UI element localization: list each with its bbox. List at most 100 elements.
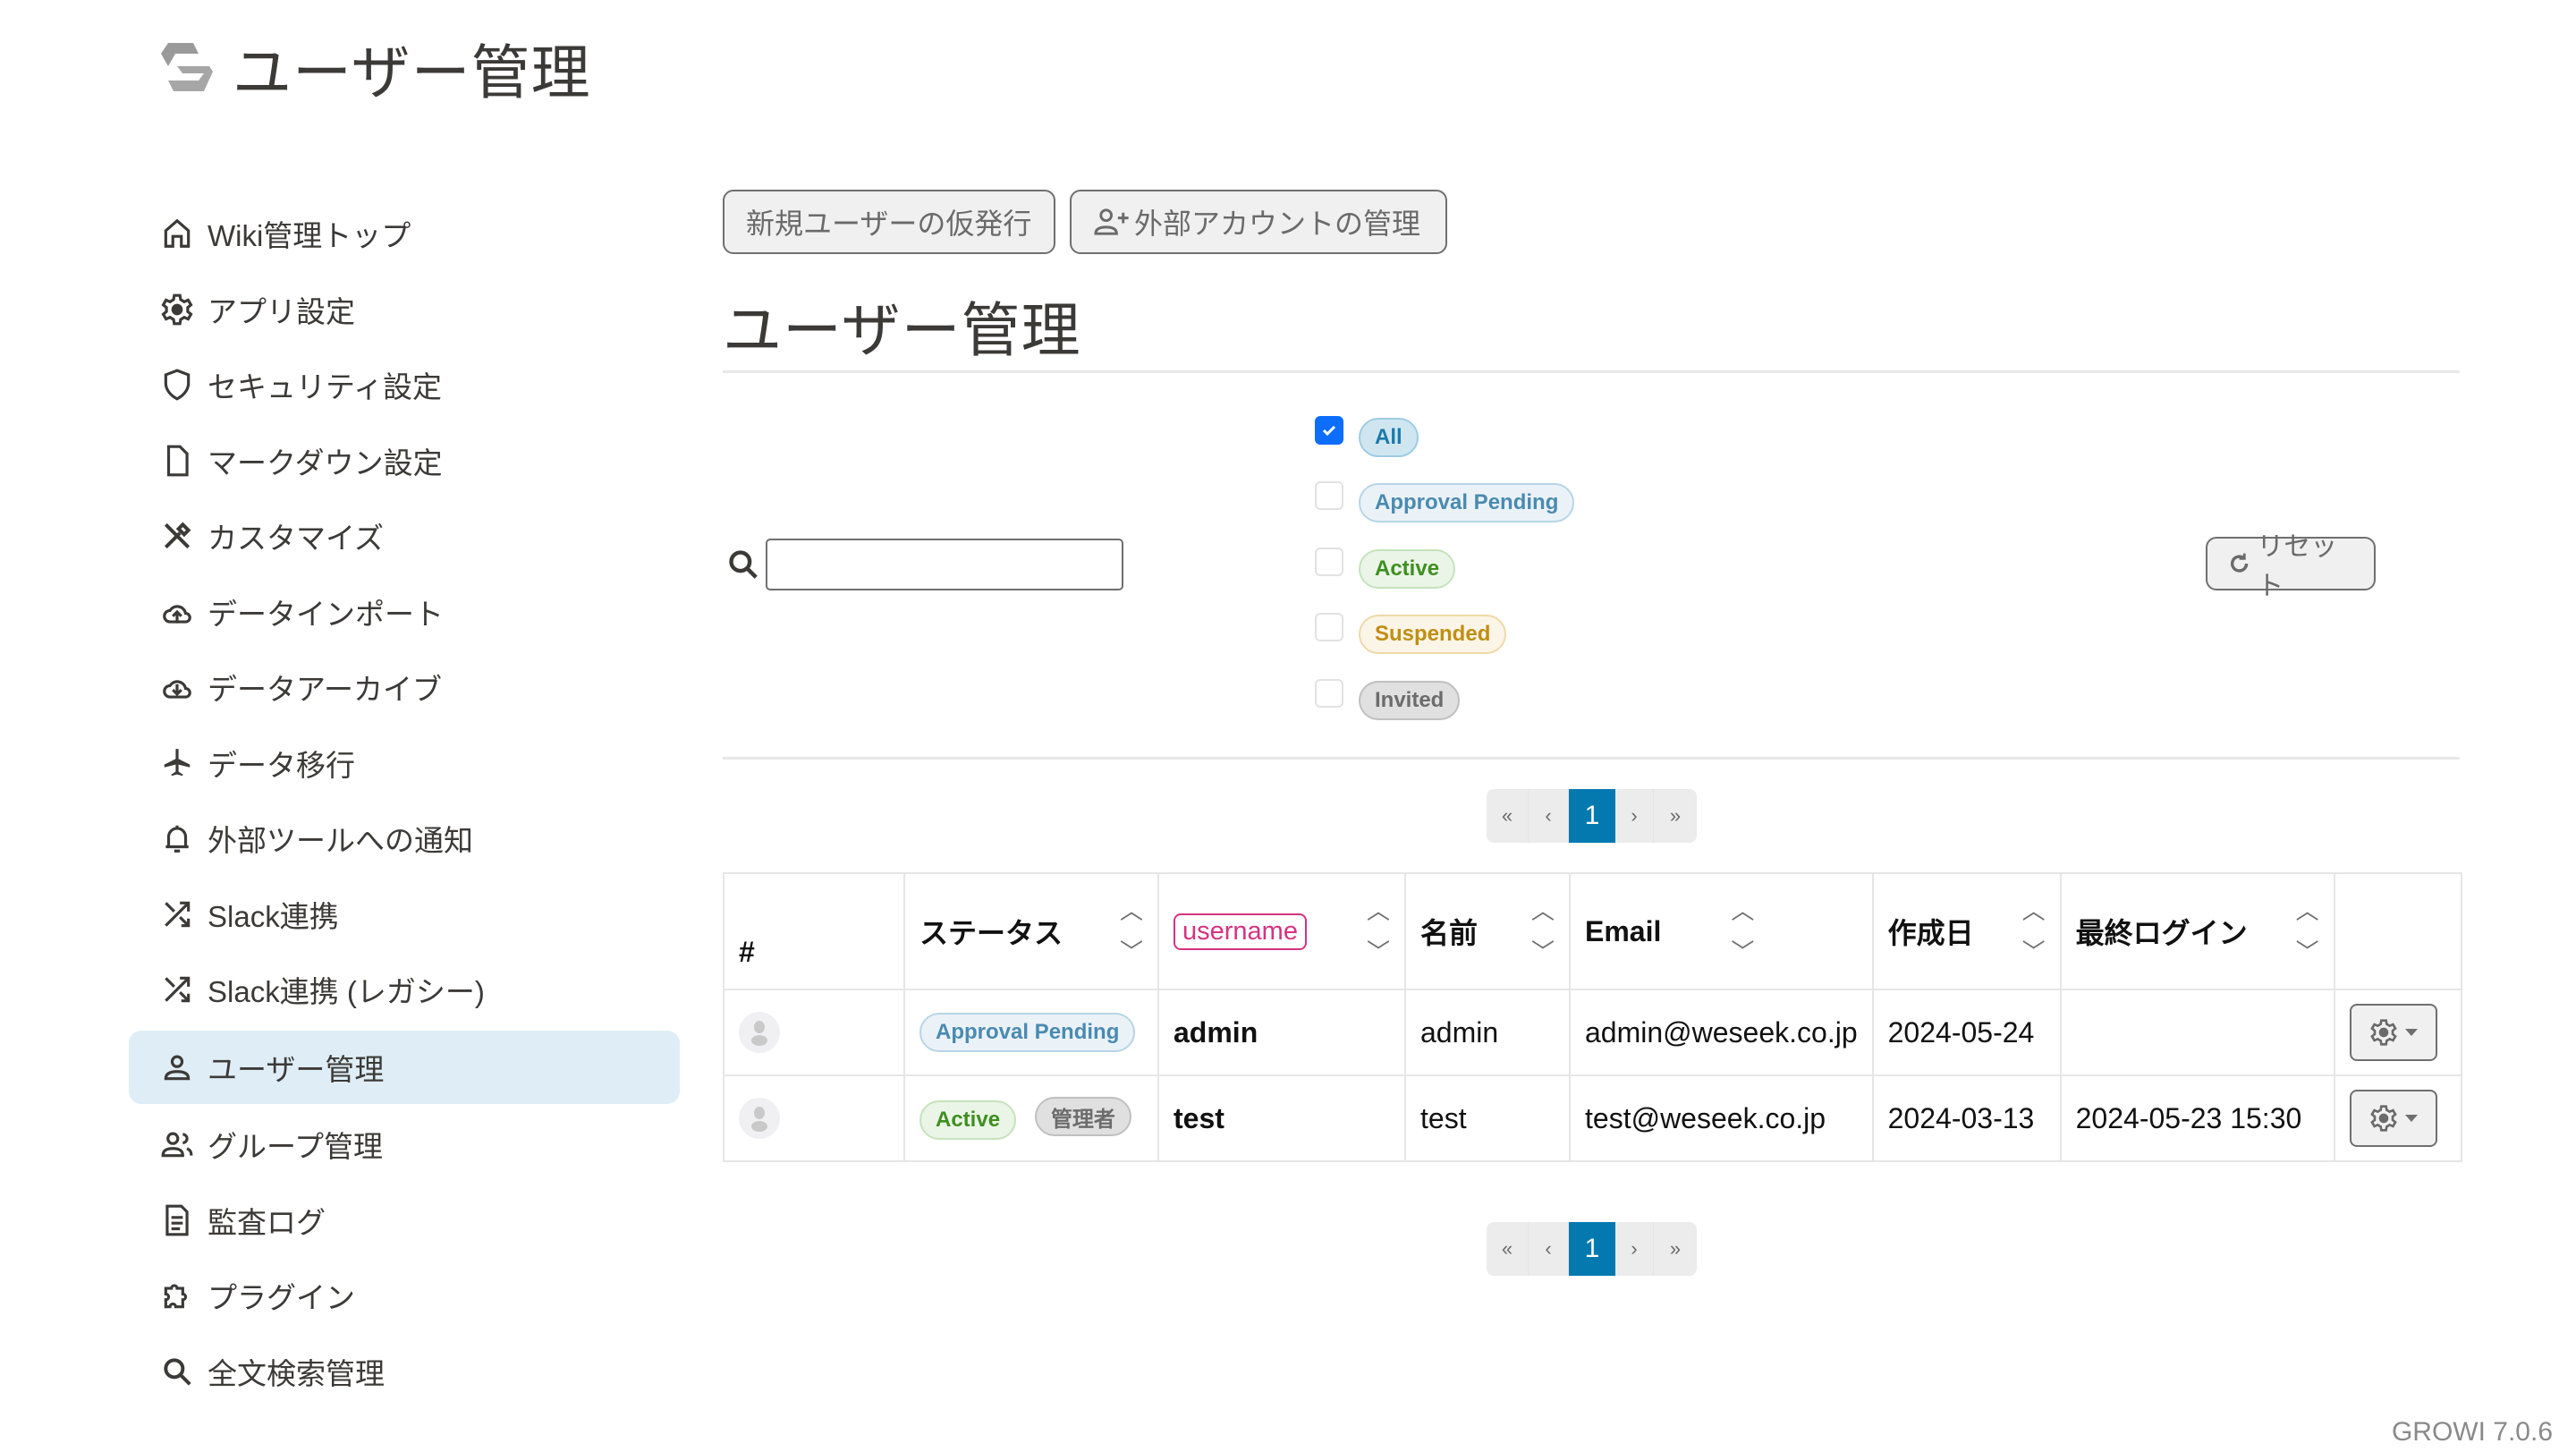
- shield-icon: [159, 367, 195, 403]
- user-actions-dropdown[interactable]: [2349, 1004, 2437, 1061]
- pagination-next[interactable]: ›: [1615, 789, 1654, 843]
- sidebar-item-label: ユーザー管理: [208, 1052, 385, 1086]
- reset-button[interactable]: リセット: [2206, 532, 2376, 601]
- sort-desc-icon[interactable]: ﹀: [2296, 931, 2319, 972]
- username-cell: admin: [1157, 989, 1406, 1076]
- table-row: Approval Pending admin admin admin@wesee…: [723, 989, 2462, 1076]
- sidebar-item-slack[interactable]: Slack連携: [129, 879, 680, 949]
- email-cell: admin@weseek.co.jp: [1569, 989, 1874, 1076]
- pagination-prev[interactable]: ‹: [1529, 789, 1569, 843]
- sidebar-item-slack-legacy[interactable]: Slack連携 (レガシー): [129, 955, 680, 1024]
- sidebar-item-label: Wiki管理トップ: [208, 219, 411, 252]
- admin-sidebar: Wiki管理トップ アプリ設定 セキュリティ設定 マークダウン設定 カスタマイズ…: [129, 199, 680, 1412]
- shuffle-icon: [159, 896, 195, 932]
- sidebar-item-plugins[interactable]: プラグイン: [129, 1261, 680, 1330]
- sort-asc-icon[interactable]: ︿: [2296, 890, 2319, 931]
- sidebar-item-label: マークダウン設定: [208, 446, 443, 480]
- sort-toggle[interactable]: ︿ ﹀: [1367, 890, 1390, 972]
- user-table: # ステータス ︿ ﹀ username ︿ ﹀ 名前 ︿ ﹀ Email ︿ ﹀ 作成…: [723, 872, 2462, 1162]
- sort-asc-icon[interactable]: ︿: [2022, 890, 2046, 931]
- sidebar-item-audit-log[interactable]: 監査ログ: [129, 1185, 680, 1255]
- column-header-status: ステータス ︿ ﹀: [903, 872, 1159, 990]
- user-actions-dropdown[interactable]: [2349, 1090, 2437, 1147]
- sidebar-item-label: カスタマイズ: [208, 522, 385, 555]
- last-login-cell: 2024-05-23 15:30: [2059, 1074, 2335, 1162]
- pagination-last[interactable]: »: [1654, 1222, 1697, 1276]
- caret-down-icon: [2404, 1029, 2418, 1036]
- status-filters: All Approval Pending Active Suspended In…: [1315, 404, 1575, 734]
- sort-toggle[interactable]: ︿ ﹀: [1120, 890, 1143, 972]
- sidebar-item-import[interactable]: データインポート: [129, 577, 680, 647]
- airplane-icon: [159, 745, 195, 781]
- email-cell: test@weseek.co.jp: [1569, 1074, 1874, 1162]
- avatar: [739, 1012, 780, 1053]
- pagination-first[interactable]: «: [1487, 789, 1529, 843]
- filter-invited-label[interactable]: Invited: [1359, 680, 1461, 720]
- column-header-status-label: ステータス: [919, 917, 1063, 949]
- sidebar-item-customize[interactable]: カスタマイズ: [129, 501, 680, 571]
- table-row: Active 管理者 test test test@weseek.co.jp 2…: [723, 1074, 2462, 1162]
- filter-approval-pending-label[interactable]: Approval Pending: [1359, 483, 1575, 523]
- status-cell: Approval Pending: [903, 989, 1159, 1076]
- sidebar-item-group-management[interactable]: グループ管理: [129, 1109, 680, 1179]
- filter-active-checkbox[interactable]: [1315, 547, 1343, 576]
- sort-desc-icon[interactable]: ﹀: [1731, 931, 1754, 972]
- filter-invited-checkbox[interactable]: [1315, 678, 1343, 708]
- pagination-prev[interactable]: ‹: [1529, 1222, 1569, 1276]
- new-user-invite-button[interactable]: 新規ユーザーの仮発行: [723, 190, 1055, 254]
- username-cell: test: [1157, 1074, 1406, 1162]
- document-icon: [159, 1202, 195, 1238]
- gear-icon: [2369, 1105, 2397, 1132]
- pagination-page-1[interactable]: 1: [1569, 1222, 1615, 1276]
- file-icon: [159, 443, 195, 479]
- filter-suspended-label[interactable]: Suspended: [1359, 615, 1507, 655]
- external-accounts-button[interactable]: 外部アカウントの管理: [1070, 190, 1447, 254]
- filter-approval-pending-checkbox[interactable]: [1315, 481, 1343, 511]
- sidebar-item-notification[interactable]: 外部ツールへの通知: [129, 803, 680, 873]
- sidebar-item-app-settings[interactable]: アプリ設定: [129, 275, 680, 344]
- sidebar-item-user-management[interactable]: ユーザー管理: [129, 1030, 680, 1104]
- user-silhouette-icon: [751, 1107, 767, 1132]
- sort-toggle[interactable]: ︿ ﹀: [1531, 890, 1555, 972]
- sort-toggle[interactable]: ︿ ﹀: [2296, 890, 2319, 972]
- brand-header: ユーザー管理: [157, 32, 591, 106]
- filter-all-checkbox[interactable]: [1315, 415, 1343, 445]
- pagination-next[interactable]: ›: [1615, 1222, 1654, 1276]
- sidebar-item-label: Slack連携: [208, 899, 339, 933]
- search-icon: [729, 550, 758, 579]
- filter-active-label[interactable]: Active: [1359, 548, 1456, 589]
- column-header-username: username ︿ ﹀: [1157, 872, 1406, 990]
- column-header-email: Email ︿ ﹀: [1569, 872, 1874, 990]
- sidebar-item-wiki-top[interactable]: Wiki管理トップ: [129, 199, 680, 268]
- status-badge: Approval Pending: [919, 1013, 1136, 1052]
- sidebar-item-markdown[interactable]: マークダウン設定: [129, 426, 680, 496]
- check-icon: [1322, 425, 1336, 436]
- sort-asc-icon[interactable]: ︿: [1120, 890, 1143, 931]
- sort-toggle[interactable]: ︿ ﹀: [1731, 890, 1754, 972]
- sort-desc-icon[interactable]: ﹀: [2022, 931, 2046, 972]
- sidebar-item-security[interactable]: セキュリティ設定: [129, 350, 680, 420]
- cloud-upload-icon: [159, 594, 195, 630]
- sort-asc-icon[interactable]: ︿: [1531, 890, 1555, 931]
- sort-desc-icon[interactable]: ﹀: [1367, 931, 1390, 972]
- pagination-first[interactable]: «: [1487, 1222, 1529, 1276]
- version-label: GROWI 7.0.6: [2391, 1417, 2553, 1447]
- column-header-name: 名前 ︿ ﹀: [1404, 872, 1571, 990]
- sort-asc-icon[interactable]: ︿: [1731, 890, 1754, 931]
- sidebar-item-migration[interactable]: データ移行: [129, 728, 680, 798]
- sidebar-item-archive[interactable]: データアーカイブ: [129, 652, 680, 722]
- column-header-created-label: 作成日: [1887, 917, 1974, 949]
- sort-desc-icon[interactable]: ﹀: [1531, 931, 1555, 972]
- pagination-last[interactable]: »: [1654, 789, 1697, 843]
- pagination-page-1[interactable]: 1: [1569, 789, 1615, 843]
- sidebar-item-label: プラグイン: [208, 1281, 355, 1314]
- sort-desc-icon[interactable]: ﹀: [1120, 931, 1143, 972]
- sidebar-item-search-management[interactable]: 全文検索管理: [129, 1337, 680, 1406]
- filter-all-label[interactable]: All: [1359, 417, 1419, 457]
- user-search-input[interactable]: [766, 539, 1123, 590]
- sort-asc-icon[interactable]: ︿: [1367, 890, 1390, 931]
- filter-suspended-checkbox[interactable]: [1315, 613, 1343, 642]
- shuffle-icon: [159, 972, 195, 1007]
- column-header-created: 作成日 ︿ ﹀: [1871, 872, 2062, 990]
- sort-toggle[interactable]: ︿ ﹀: [2022, 890, 2046, 972]
